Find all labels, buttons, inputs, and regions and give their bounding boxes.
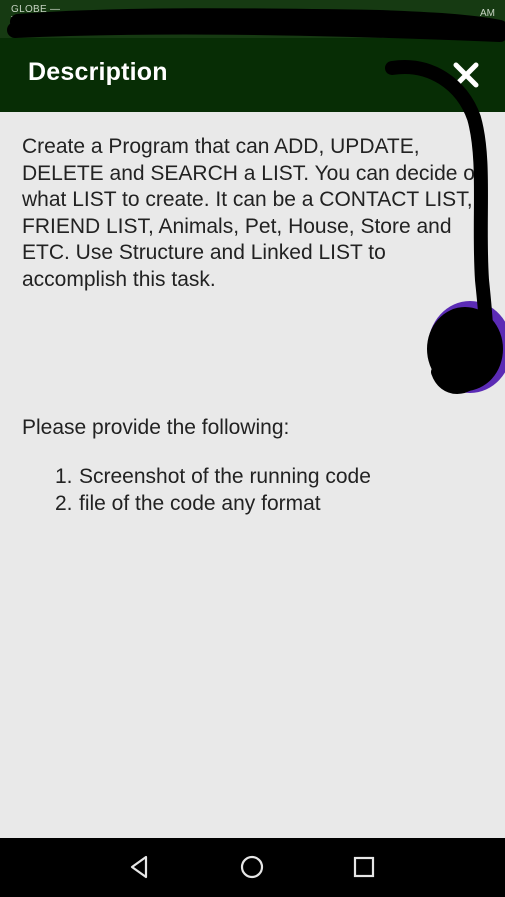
home-button[interactable] — [237, 852, 267, 882]
list-item-text: file of the code any format — [79, 491, 321, 515]
requirements-prompt: Please provide the following: — [22, 416, 290, 439]
list-item-number: 1. — [55, 465, 73, 488]
list-item-text: Screenshot of the running code — [79, 465, 371, 488]
back-icon — [130, 855, 148, 879]
list-item-number: 2. — [55, 491, 73, 515]
description-content: Create a Program that can ADD, UPDATE, D… — [0, 112, 505, 838]
description-text: Create a Program that can ADD, UPDATE, D… — [22, 135, 487, 291]
home-icon — [240, 855, 264, 879]
list-item: 2. file of the code any format — [55, 491, 371, 518]
page-title: Description — [28, 58, 168, 86]
close-button[interactable] — [446, 55, 486, 95]
carrier-label: GLOBE — T' — [11, 4, 60, 26]
navigation-bar — [0, 838, 505, 897]
list-item: 1. Screenshot of the running code — [55, 464, 371, 491]
close-icon — [453, 62, 479, 88]
recents-icon — [353, 856, 375, 878]
recents-button[interactable] — [349, 852, 379, 882]
carrier-subline: T' — [11, 15, 20, 26]
requirements-list: 1. Screenshot of the running code 2. file … — [55, 464, 371, 517]
status-bar: GLOBE — T' AM — [0, 0, 505, 38]
back-button[interactable] — [124, 852, 154, 882]
toolbar: Description — [0, 38, 505, 112]
status-time: AM — [480, 8, 495, 19]
carrier-name: GLOBE — — [11, 4, 61, 15]
